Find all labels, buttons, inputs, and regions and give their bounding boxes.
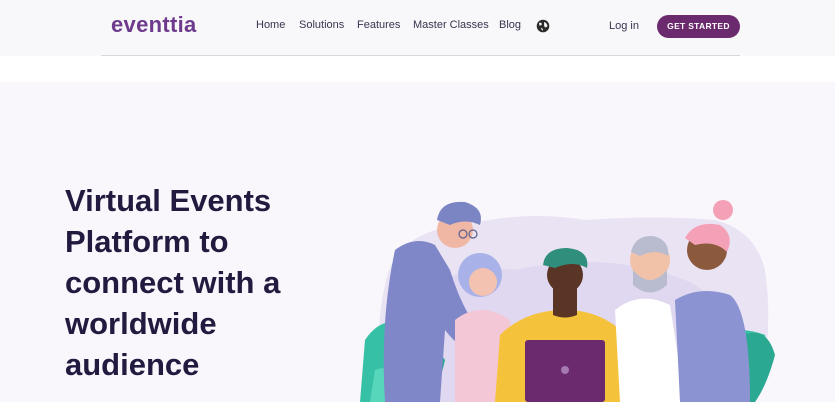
headline-line: Platform to bbox=[65, 224, 229, 259]
login-link[interactable]: Log in bbox=[609, 20, 639, 32]
people-around-laptop-illustration bbox=[360, 200, 775, 402]
eventtia-logo[interactable]: eventtia bbox=[111, 12, 197, 38]
nav-item-solutions[interactable]: Solutions bbox=[299, 19, 344, 31]
nav-spacer bbox=[0, 56, 835, 82]
get-started-button[interactable]: GET STARTED bbox=[657, 15, 740, 38]
nav-item-home[interactable]: Home bbox=[256, 19, 285, 31]
headline-line: connect with a bbox=[65, 265, 281, 300]
hero-headline: Virtual Events Platform to connect with … bbox=[65, 180, 365, 385]
headline-line: audience bbox=[65, 347, 200, 382]
headline-line: Virtual Events bbox=[65, 183, 272, 218]
globe-icon[interactable] bbox=[536, 19, 550, 33]
nav-item-master-classes[interactable]: Master Classes bbox=[413, 19, 489, 31]
nav-item-blog[interactable]: Blog bbox=[499, 19, 521, 31]
nav-item-features[interactable]: Features bbox=[357, 19, 400, 31]
headline-line: worldwide bbox=[65, 306, 217, 341]
